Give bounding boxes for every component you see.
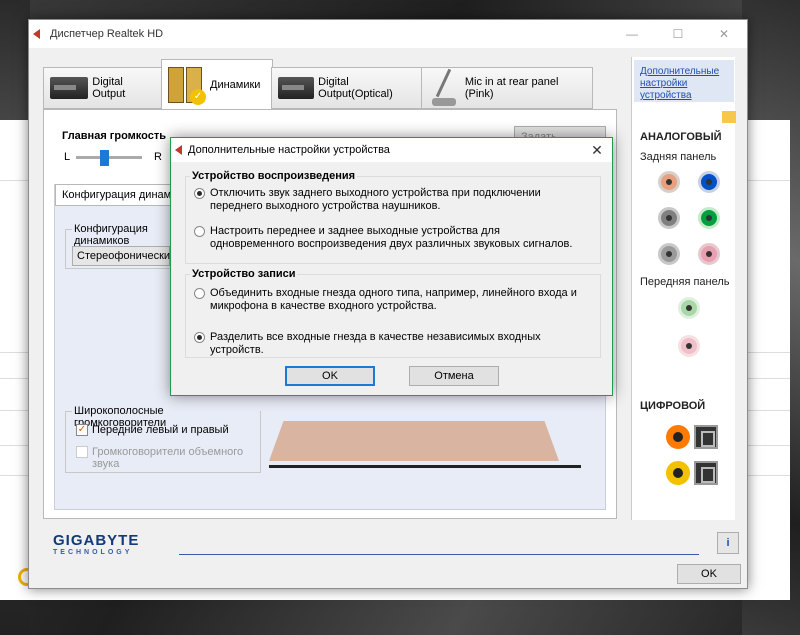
tab-label: Mic in at rear panel (Pink) bbox=[464, 76, 559, 100]
rear-jack-green[interactable] bbox=[698, 207, 720, 229]
tab-label: Digital Output bbox=[92, 76, 126, 100]
radio-selected-icon bbox=[194, 188, 205, 199]
playback-device-group: Устройство воспроизведения Отключить зву… bbox=[185, 170, 601, 264]
radio-unselected-icon bbox=[194, 226, 205, 237]
record-option-combine[interactable]: Объединить входные гнезда одного типа, н… bbox=[194, 287, 584, 313]
tab-digital-output-optical[interactable]: Digital Output(Optical) bbox=[271, 67, 423, 109]
radio-label: Объединить входные гнезда одного типа, н… bbox=[210, 287, 577, 312]
group-title: Устройство воспроизведения bbox=[190, 170, 358, 182]
speaker-stage-line bbox=[269, 465, 581, 468]
dialog-title-bar: Дополнительные настройки устройства ✕ bbox=[171, 138, 612, 162]
fullrange-speakers-group: Широкополосные громкоговорители ✓ Передн… bbox=[65, 405, 261, 473]
dialog-speaker-icon bbox=[175, 145, 182, 155]
tab-speakers[interactable]: ✓ Динамики bbox=[161, 59, 273, 109]
group-label: Конфигурация динамиков bbox=[72, 223, 174, 247]
rear-jack-blue[interactable] bbox=[698, 171, 720, 193]
optical-port-icon[interactable] bbox=[694, 425, 718, 449]
balance-left-label: L bbox=[64, 151, 71, 163]
footer-divider bbox=[179, 554, 699, 555]
brand-name: GIGABYTE bbox=[53, 532, 140, 549]
digital-coax-orange-icon[interactable] bbox=[666, 425, 690, 449]
surround-checkbox[interactable]: Громкоговорители объемного звука bbox=[76, 446, 246, 470]
info-button[interactable]: i bbox=[717, 532, 739, 554]
front-lr-checkbox[interactable]: ✓ Передние левый и правый bbox=[76, 424, 229, 436]
radio-label: Отключить звук заднего выходного устройс… bbox=[210, 187, 541, 212]
close-button[interactable]: ✕ bbox=[701, 20, 747, 48]
digital-title: ЦИФРОВОЙ bbox=[640, 400, 706, 412]
checkbox-unchecked-icon bbox=[76, 446, 88, 458]
title-bar: Диспетчер Realtek HD — ☐ ✕ bbox=[29, 20, 747, 48]
minimize-button[interactable]: — bbox=[609, 20, 655, 48]
radio-selected-icon bbox=[194, 332, 205, 343]
tab-label: Динамики bbox=[210, 78, 261, 91]
rear-panel-label: Задняя панель bbox=[640, 151, 717, 163]
checkbox-checked-icon: ✓ bbox=[76, 424, 88, 436]
dialog-close-button[interactable]: ✕ bbox=[582, 142, 612, 159]
realtek-speaker-icon bbox=[33, 29, 40, 39]
front-jack-green[interactable] bbox=[678, 297, 700, 319]
speaker-config-select[interactable]: Стереофонический bbox=[72, 246, 176, 266]
speaker-stage-floor bbox=[269, 421, 559, 461]
optical-output-icon bbox=[278, 77, 315, 99]
playback-option-separate[interactable]: Настроить переднее и заднее выходные уст… bbox=[194, 225, 584, 251]
tab-mic-rear-pink[interactable]: Mic in at rear panel (Pink) bbox=[421, 67, 593, 109]
radio-unselected-icon bbox=[194, 288, 205, 299]
dialog-title: Дополнительные настройки устройства bbox=[188, 144, 390, 156]
device-tabs: Digital Output ✓ Динамики Digital Output… bbox=[43, 57, 617, 109]
dialog-ok-button[interactable]: OK bbox=[285, 366, 375, 386]
gigabyte-logo: GIGABYTE TECHNOLOGY bbox=[53, 532, 139, 556]
record-option-separate[interactable]: Разделить все входные гнезда в качестве … bbox=[194, 331, 584, 357]
tab-digital-output[interactable]: Digital Output bbox=[43, 67, 163, 109]
maximize-button[interactable]: ☐ bbox=[655, 20, 701, 48]
main-ok-button[interactable]: OK bbox=[677, 564, 741, 584]
checkbox-label: Громкоговорители объемного звука bbox=[92, 446, 244, 470]
analog-title: АНАЛОГОВЫЙ bbox=[640, 131, 722, 143]
checkbox-label: Передние левый и правый bbox=[92, 424, 229, 436]
front-jack-pink[interactable] bbox=[678, 335, 700, 357]
speakers-icon: ✓ bbox=[168, 65, 206, 105]
advanced-settings-dialog: Дополнительные настройки устройства ✕ Ус… bbox=[170, 137, 613, 396]
window-title: Диспетчер Realtek HD bbox=[50, 28, 164, 40]
advanced-settings-link[interactable]: Дополнительные настройки устройства bbox=[634, 60, 734, 102]
digital-coax-yellow-icon[interactable] bbox=[666, 461, 690, 485]
brand-subtitle: TECHNOLOGY bbox=[53, 549, 133, 556]
optical-port-icon[interactable] bbox=[694, 461, 718, 485]
tab-label: Digital Output(Optical) bbox=[318, 76, 393, 100]
rear-jack-orange[interactable] bbox=[658, 171, 680, 193]
balance-right-label: R bbox=[154, 151, 162, 163]
main-volume-label: Главная громкость bbox=[62, 130, 167, 142]
speaker-config-group: Конфигурация динамиков Стереофонический bbox=[65, 223, 176, 269]
radio-label: Настроить переднее и заднее выходные уст… bbox=[210, 225, 573, 250]
front-panel-label: Передняя панель bbox=[640, 276, 730, 288]
group-title: Устройство записи bbox=[190, 268, 298, 280]
microphone-icon bbox=[428, 68, 461, 108]
recording-device-group: Устройство записи Объединить входные гне… bbox=[185, 268, 601, 358]
rear-jack-pink[interactable] bbox=[698, 243, 720, 265]
rear-jack-black[interactable] bbox=[658, 243, 680, 265]
playback-option-mute-rear[interactable]: Отключить звук заднего выходного устройс… bbox=[194, 187, 584, 213]
folder-icon[interactable] bbox=[722, 111, 736, 123]
volume-slider-thumb[interactable] bbox=[100, 150, 109, 166]
rear-jack-gray[interactable] bbox=[658, 207, 680, 229]
digital-output-icon bbox=[50, 77, 89, 99]
main-volume-slider[interactable]: L R bbox=[62, 150, 162, 166]
dialog-cancel-button[interactable]: Отмена bbox=[409, 366, 499, 386]
radio-label: Разделить все входные гнезда в качестве … bbox=[210, 331, 541, 356]
connector-pane: Дополнительные настройки устройства АНАЛ… bbox=[631, 57, 736, 520]
